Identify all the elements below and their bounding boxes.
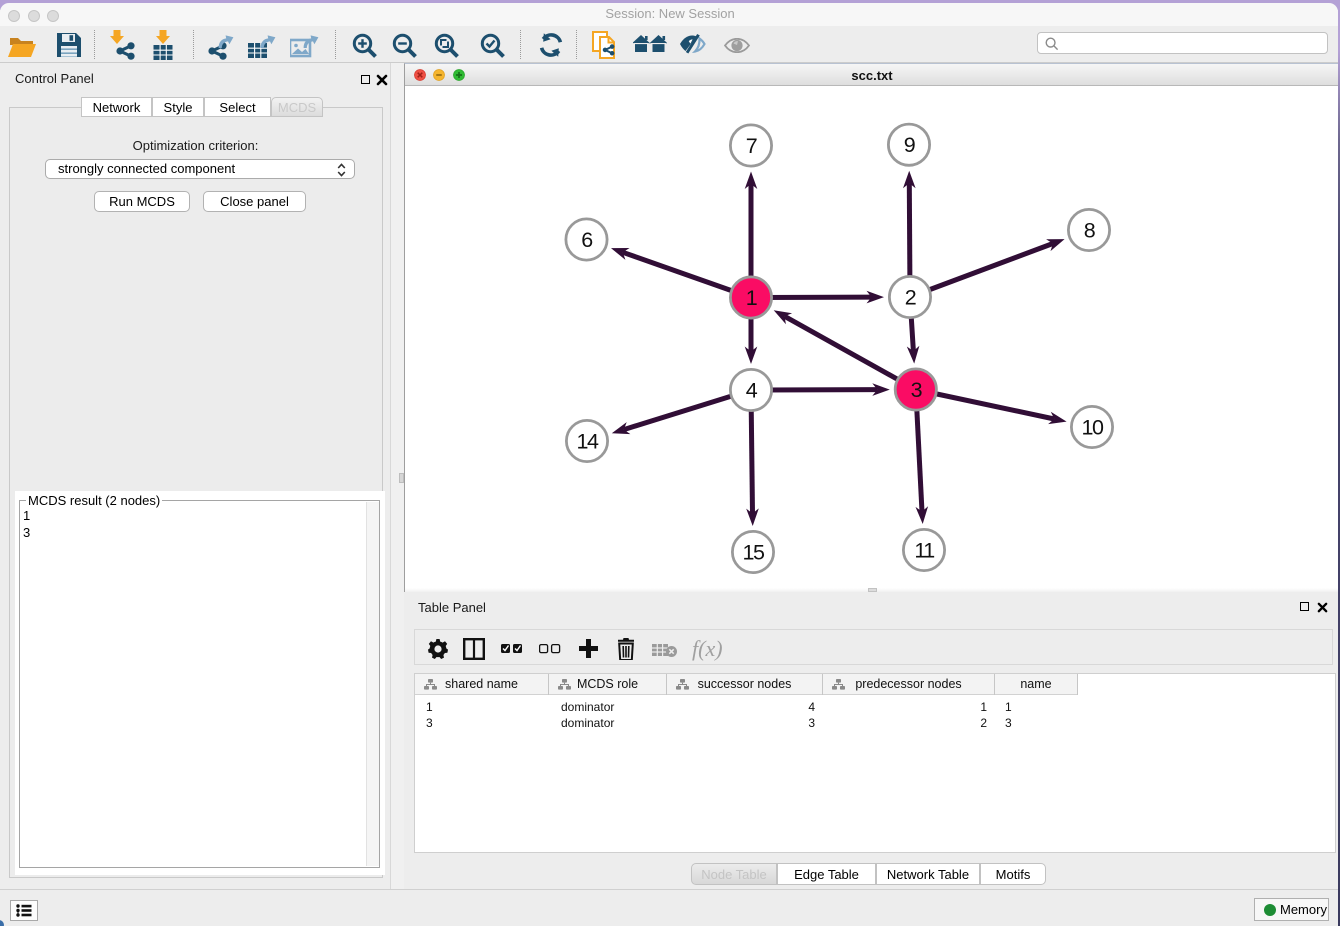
svg-text:10: 10	[1082, 416, 1104, 440]
svg-text:7: 7	[746, 134, 757, 158]
svg-text:9: 9	[904, 133, 915, 157]
svg-text:15: 15	[743, 541, 765, 565]
svg-text:1: 1	[746, 286, 757, 310]
svg-text:3: 3	[911, 378, 923, 402]
svg-text:11: 11	[914, 539, 934, 563]
svg-text:14: 14	[577, 430, 599, 454]
svg-text:8: 8	[1084, 219, 1096, 243]
svg-text:4: 4	[746, 379, 758, 403]
svg-text:2: 2	[905, 286, 916, 310]
svg-text:6: 6	[581, 228, 593, 252]
